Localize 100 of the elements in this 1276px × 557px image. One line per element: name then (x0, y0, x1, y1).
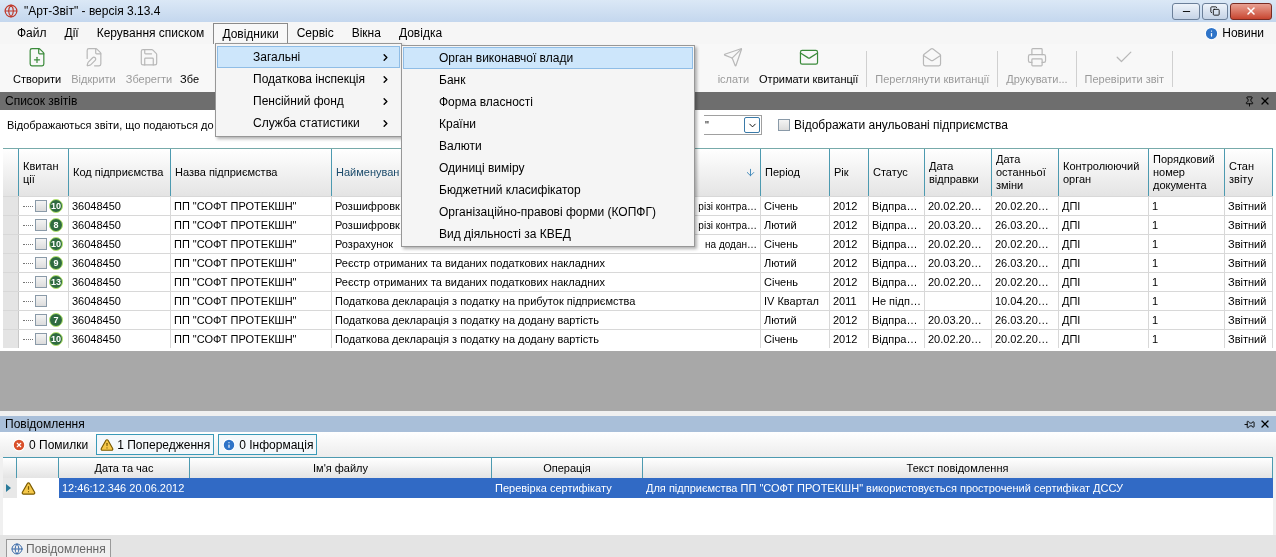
column-header[interactable]: Порядковий номер документа (1153, 153, 1220, 192)
sent-date-cell-text: 20.02.20… (928, 236, 982, 252)
company-cell-text: ПП "СОФТ ПРОТЕКШН" (174, 331, 297, 347)
authority-cell-text: ДПІ (1062, 255, 1081, 271)
info-icon (1204, 25, 1220, 41)
row-header[interactable] (3, 292, 19, 310)
year-cell-text: 2012 (833, 312, 858, 328)
dropdown-button[interactable] (744, 117, 760, 133)
close-button[interactable] (1230, 2, 1272, 20)
menu-entry[interactable]: Банк (403, 69, 693, 91)
menu-entry[interactable]: Вид діяльності за КВЕД (403, 223, 693, 245)
checkbox[interactable] (35, 219, 47, 231)
column-header[interactable]: Дата останньої зміни (996, 153, 1054, 192)
checkbox[interactable] (35, 314, 47, 326)
checkbox[interactable] (35, 333, 47, 345)
filter-label: Відображаються звіти, що подаються до (7, 117, 214, 133)
filter-toggle[interactable]: 0 Помилки (8, 434, 93, 455)
minimize-button[interactable] (1172, 2, 1200, 20)
year-cell-text: 2011 (833, 293, 857, 309)
app-icon (4, 4, 18, 18)
toolbar-button[interactable]: Збе (177, 47, 200, 91)
filter-toggle[interactable]: 0 Інформація (218, 434, 318, 455)
row-header[interactable] (3, 216, 19, 234)
state-cell-text: Звітний (1228, 312, 1267, 328)
menu-entry[interactable]: Організаційно-правові форми (КОПФГ) (403, 201, 693, 223)
checkbox[interactable] (35, 295, 47, 307)
close-icon[interactable] (1259, 418, 1271, 430)
period-cell-text: Січень (764, 274, 799, 290)
period-cell-text: Січень (764, 198, 799, 214)
menu-entry[interactable]: Податкова інспекція (217, 68, 400, 90)
report-name-cell-text: Розшифровк (335, 217, 400, 233)
column-header[interactable]: Рік (834, 166, 849, 179)
filter-toggle[interactable]: 1 Попередження (96, 434, 215, 455)
checkbox[interactable] (35, 238, 47, 250)
modified-date-cell-text: 10.04.20… (995, 293, 1049, 309)
column-header[interactable]: Стан звіту (1229, 159, 1268, 186)
row-header[interactable] (3, 254, 19, 272)
number-cell-text: 1 (1152, 312, 1159, 328)
row-header[interactable] (3, 197, 19, 215)
column-header[interactable]: Контролюючий орган (1063, 159, 1144, 186)
column-header[interactable]: Квитанції (23, 159, 64, 186)
checkbox[interactable] (35, 257, 47, 269)
authority-cell-text: ДПІ (1062, 236, 1081, 252)
status-cell-text: Відпра… (872, 312, 918, 328)
checkbox[interactable] (778, 119, 790, 131)
menu-entry[interactable]: Бюджетний класифікатор (403, 179, 693, 201)
checkbox[interactable] (35, 276, 47, 288)
message-row[interactable]: 12:46:12.346 20.06.2012 Перевірка сертифікату Для підприємства ПП "СОФТ ПРОТЕКШН" використовується прострочений сертифікат ДССУ (3, 478, 1273, 498)
menu-entry[interactable]: Валюти (403, 135, 693, 157)
menu-entry[interactable]: Країни (403, 113, 693, 135)
restore-button[interactable] (1202, 2, 1228, 20)
menu-entry[interactable]: Одиниці виміру (403, 157, 693, 179)
column-header[interactable]: Код підприємства (73, 166, 164, 179)
menu-entry[interactable]: Форма власності (403, 91, 693, 113)
report-name-cell-text: Розшифровк (335, 198, 400, 214)
column-header[interactable]: Період (765, 166, 800, 179)
column-header[interactable]: Статус (873, 166, 908, 179)
sent-date-cell-text: 20.02.20… (928, 198, 982, 214)
menu-item[interactable]: Вікна (342, 22, 390, 44)
toolbar-button[interactable]: Створити (8, 47, 67, 91)
menu-item[interactable]: Файл (8, 22, 56, 44)
warning-icon (21, 480, 36, 496)
row-pointer-icon (6, 484, 11, 492)
menu-entry[interactable]: Служба статистики (217, 112, 400, 134)
column-header[interactable]: Найменуван (336, 166, 400, 179)
filter-combo[interactable]: " (704, 115, 762, 135)
pin-icon[interactable] (1244, 95, 1255, 107)
receipt-count-badge: 7 (49, 313, 63, 327)
row-header[interactable] (3, 330, 19, 348)
report-name-cell-text: Податкова декларація з податку на додану вартість (335, 331, 599, 347)
column-header[interactable]: Дата відправки (929, 159, 987, 186)
menu-item[interactable]: Довідка (389, 22, 452, 44)
menu-item[interactable]: Сервіс (287, 22, 343, 44)
bottom-tab[interactable]: Повідомлення (6, 539, 111, 557)
date-cell-text: 12:46:12.346 20.06.2012 (62, 480, 185, 496)
news-button[interactable]: Новини (1204, 24, 1268, 42)
restore-icon (1210, 6, 1220, 16)
row-header[interactable] (3, 273, 19, 291)
pin-icon[interactable] (1244, 418, 1255, 430)
toolbar-button[interactable]: Отримати квитанції (754, 47, 864, 91)
code-cell-text: 36048450 (72, 217, 121, 233)
menu-item[interactable]: Керування списком (87, 22, 214, 44)
authority-cell-text: ДПІ (1062, 274, 1081, 290)
checkbox[interactable] (35, 200, 47, 212)
receipt-count-badge: 10 (49, 199, 63, 213)
report-name-cell-text: Податкова декларація з податку на прибуток підприємства (335, 293, 636, 309)
number-cell-text: 1 (1152, 198, 1159, 214)
status-cell-text: Відпра… (872, 236, 918, 252)
menu-entry[interactable]: Пенсійний фонд (217, 90, 400, 112)
period-cell-text: Лютий (764, 312, 797, 328)
menu-entry[interactable]: Орган виконавчої влади (403, 47, 693, 69)
row-header[interactable] (3, 235, 19, 253)
menu-item[interactable]: Дії (55, 22, 88, 44)
row-header[interactable] (3, 311, 19, 329)
state-cell-text: Звітний (1228, 236, 1267, 252)
column-header[interactable]: Назва підприємства (175, 166, 278, 179)
number-cell-text: 1 (1152, 236, 1159, 252)
menu-item[interactable]: Довідники (213, 22, 288, 44)
period-cell-text: Січень (764, 331, 799, 347)
menu-entry[interactable]: Загальні (217, 46, 400, 68)
